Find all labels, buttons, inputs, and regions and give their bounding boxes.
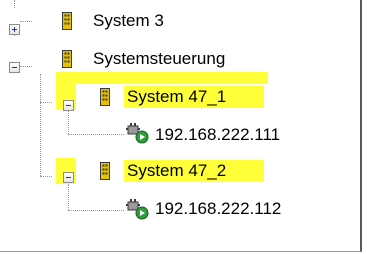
tree-item-label: System 3 — [93, 11, 164, 30]
network-device-icon — [126, 199, 149, 220]
tree-item-label: System 47_2 — [124, 160, 264, 182]
network-device-icon — [126, 123, 149, 144]
tree-item-label: System 47_1 — [124, 86, 264, 108]
expand-icon[interactable] — [9, 24, 20, 35]
tree-line — [14, 0, 15, 8]
tree-item-ip-111[interactable]: 192.168.222.111 — [0, 122, 340, 148]
tree-view: System 3 Systemsteuerung System 47_1 192… — [0, 0, 362, 252]
system-icon — [62, 12, 72, 30]
tree-item-system-47-2[interactable]: System 47_2 — [0, 160, 300, 188]
highlight-marker — [56, 72, 268, 84]
tree-item-system-47-1[interactable]: System 47_1 — [0, 86, 300, 114]
tree-item-label: Systemsteuerung — [93, 49, 226, 68]
system-icon — [100, 162, 110, 180]
tree-item-system-3[interactable]: System 3 — [0, 8, 300, 35]
system-icon — [100, 88, 110, 106]
collapse-icon[interactable] — [63, 172, 74, 183]
tree-item-label: 192.168.222.111 — [155, 125, 281, 144]
tree-item-ip-112[interactable]: 192.168.222.112 — [0, 198, 340, 224]
system-icon — [62, 50, 72, 68]
collapse-icon[interactable] — [9, 62, 20, 73]
collapse-icon[interactable] — [63, 100, 74, 111]
tree-item-label: 192.168.222.112 — [155, 199, 282, 218]
